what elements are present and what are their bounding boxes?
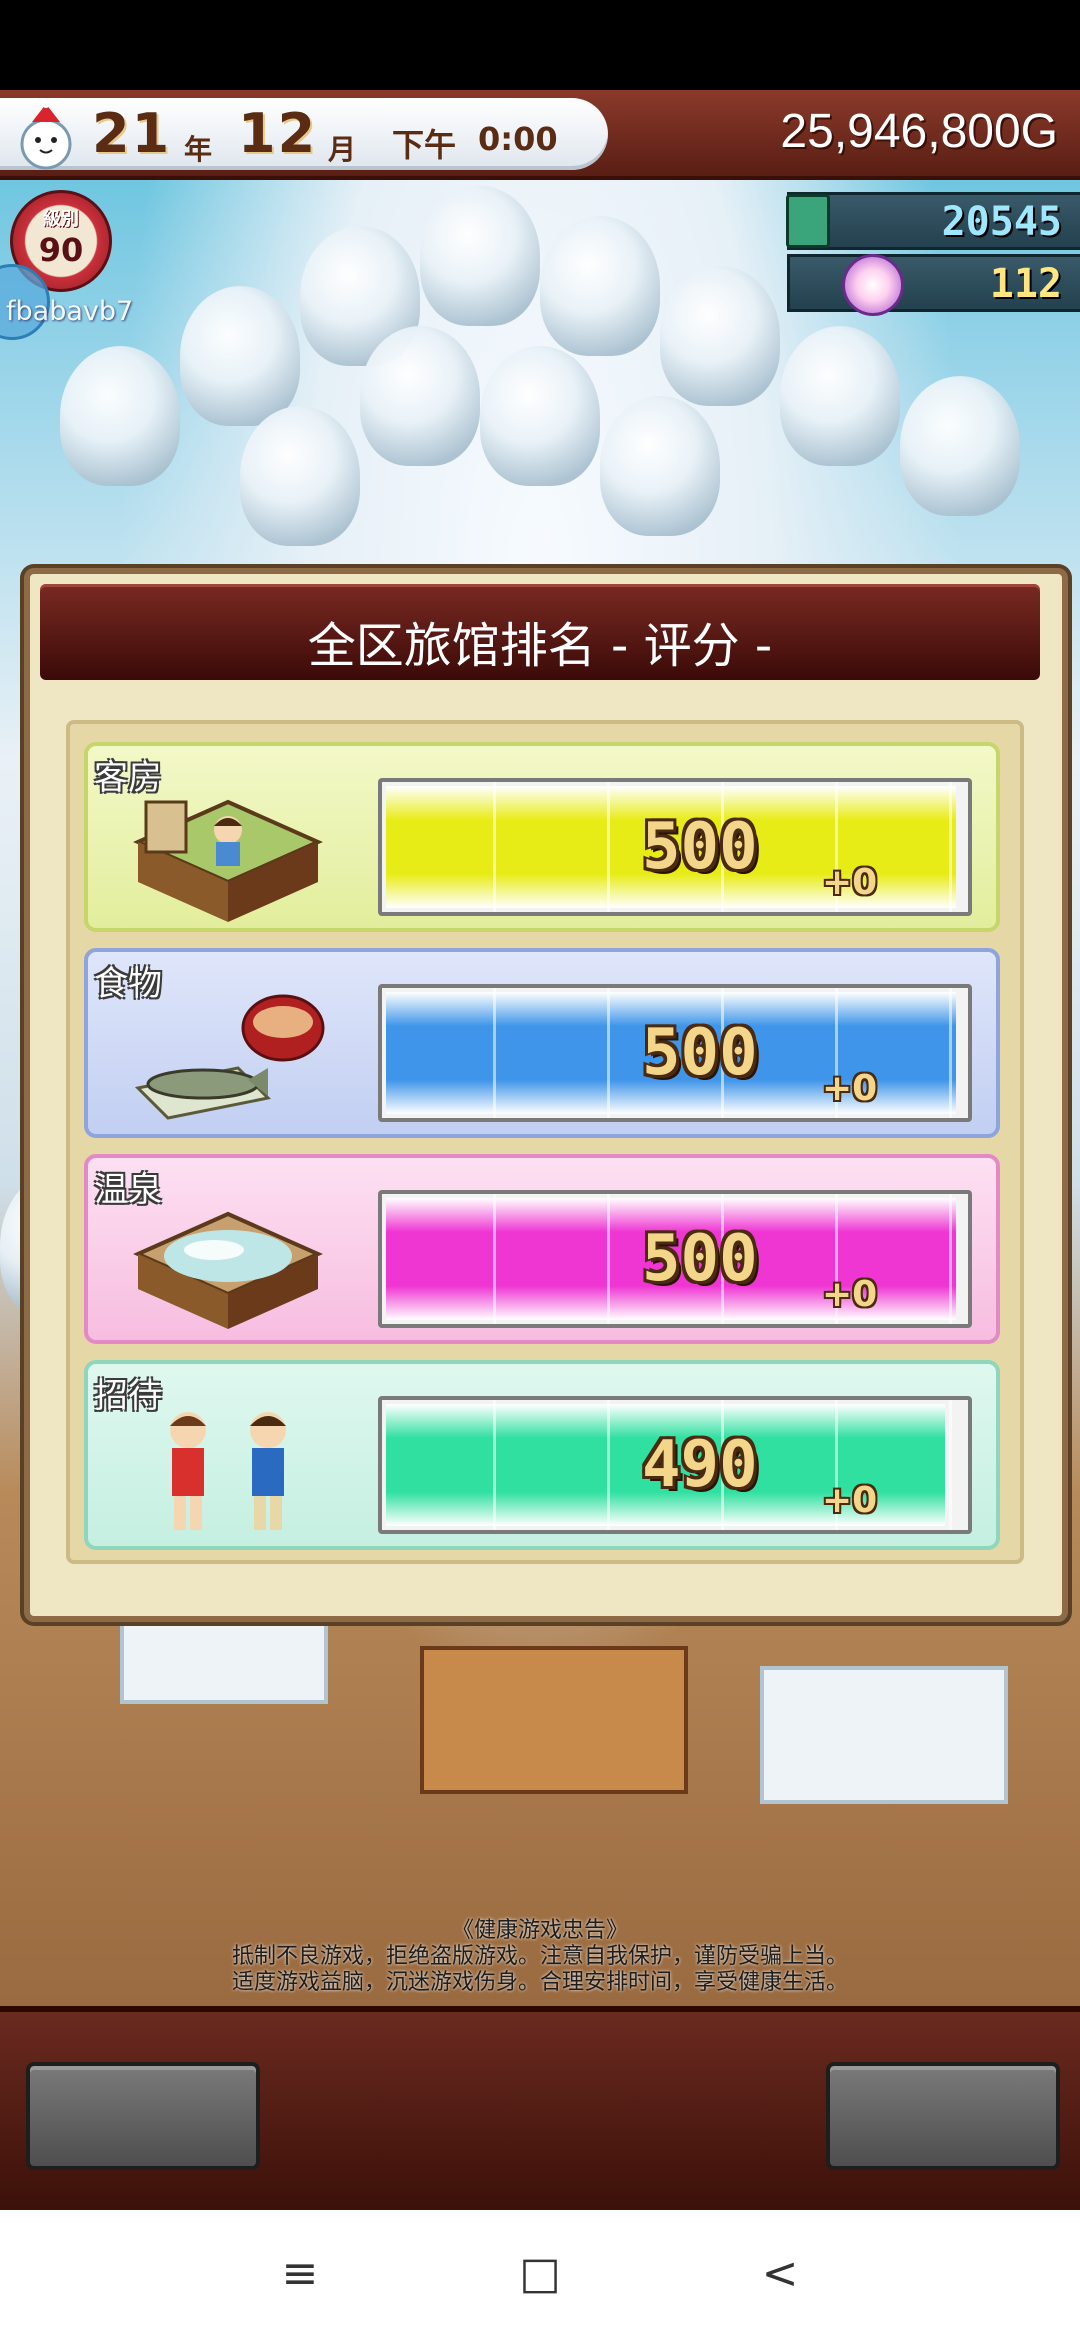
ticket-icon	[786, 194, 830, 248]
notice-line-1: 抵制不良游戏，拒绝盗版游戏。注意自我保护，谨防受骗上当。	[231, 1944, 848, 1969]
rating-row-room: 客房 500 +0	[84, 742, 1000, 932]
rating-value: 500	[642, 1016, 758, 1090]
onsen-point-value: 112	[989, 261, 1062, 307]
rating-bar: 500 +0	[378, 984, 972, 1122]
rating-delta: +0	[822, 862, 878, 903]
level-value: 90	[38, 231, 84, 269]
gold-amount: 25,946,800G	[780, 105, 1058, 158]
right-button[interactable]	[826, 2062, 1060, 2170]
dialog-title: 全区旅馆排名 - 评分 -	[307, 618, 773, 674]
month-unit: 月	[328, 133, 357, 166]
back-icon[interactable]: <	[756, 2250, 804, 2298]
rating-value: 500	[642, 1222, 758, 1296]
onsen-point-counter: 112	[787, 254, 1080, 312]
menu-icon[interactable]: ≡	[276, 2250, 324, 2298]
status-bar	[0, 0, 1080, 90]
rating-value: 500	[642, 810, 758, 884]
rating-list: 客房 500 +0 食物 500 +0 温泉 500 +0 招待 490 +0	[66, 720, 1024, 1564]
hot-spring-icon	[133, 1211, 323, 1329]
rating-row-food: 食物 500 +0	[84, 948, 1000, 1138]
rating-row-onsen: 温泉 500 +0	[84, 1154, 1000, 1344]
rating-bar: 500 +0	[378, 1190, 972, 1328]
year-unit: 年	[184, 133, 213, 166]
onsen-point-icon	[842, 254, 904, 316]
rating-delta: +0	[822, 1480, 878, 1521]
ranking-dialog: 全区旅馆排名 - 评分 - 客房 500 +0 食物 500 +0 温泉 500…	[24, 568, 1068, 1622]
ticket-counter: 20545	[787, 192, 1080, 250]
notice-title: 《健康游戏忠告》	[451, 1918, 628, 1943]
staff-icon	[170, 1412, 286, 1530]
ampm-label: 下午	[392, 126, 457, 164]
rating-bar: 500 +0	[378, 778, 972, 916]
rating-value: 490	[642, 1428, 758, 1502]
month-value: 12	[238, 102, 318, 165]
year-value: 21	[92, 102, 172, 165]
dialog-header: 全区旅馆排名 - 评分 -	[40, 584, 1040, 680]
rating-delta: +0	[822, 1068, 878, 1109]
rating-row-service: 招待 490 +0	[84, 1360, 1000, 1550]
fish-meal-icon	[134, 994, 325, 1120]
notice-line-2: 适度游戏益脑，沉迷游戏伤身。合理安排时间，享受健康生活。	[231, 1970, 848, 1995]
snowman-icon	[20, 100, 72, 170]
player-id: fbabavb7	[6, 296, 134, 327]
health-notice: 《健康游戏忠告》 抵制不良游戏，拒绝盗版游戏。注意自我保护，谨防受骗上当。 适度…	[0, 1918, 1080, 1996]
time-value: 0:00	[478, 120, 558, 158]
guest-room-icon	[133, 799, 323, 922]
left-button[interactable]	[26, 2062, 260, 2170]
home-icon[interactable]: □	[516, 2250, 564, 2298]
ticket-value: 20545	[941, 199, 1062, 245]
level-label: 級別	[43, 209, 79, 230]
rating-bar: 490 +0	[378, 1396, 972, 1534]
rating-delta: +0	[822, 1274, 878, 1315]
